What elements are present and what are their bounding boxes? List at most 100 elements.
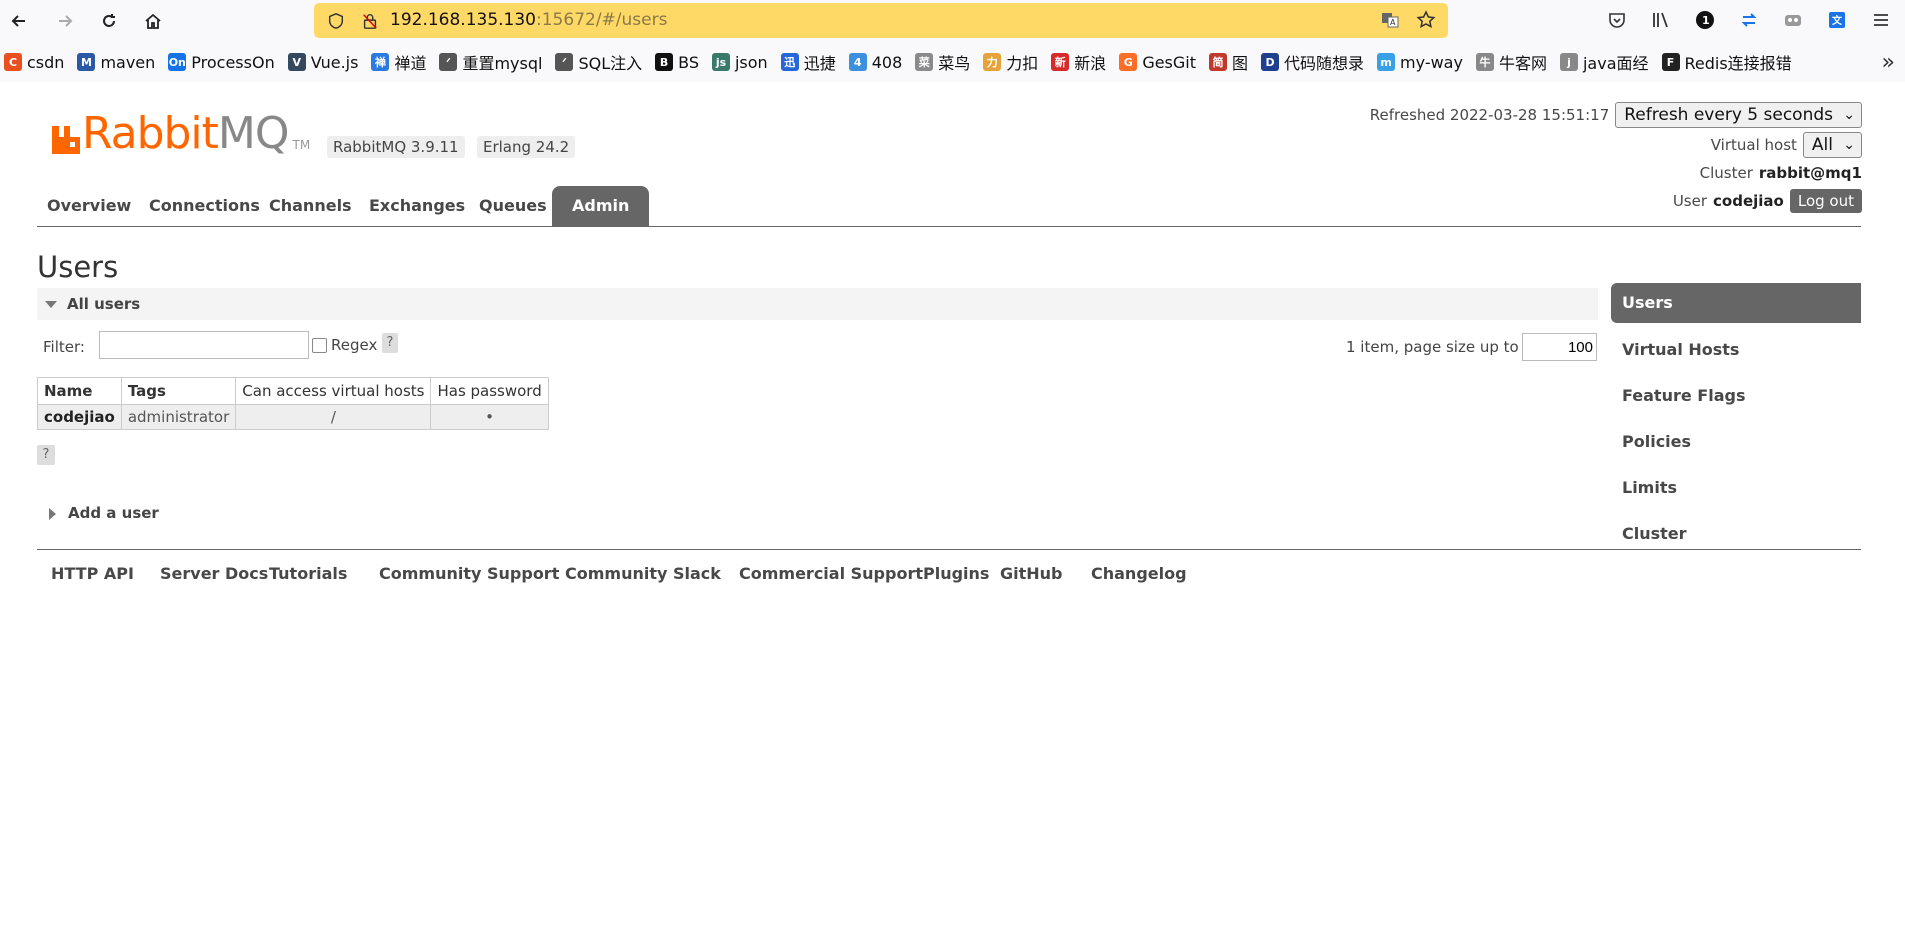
regex-label: Regex [331,336,378,354]
insecure-lock-icon[interactable] [360,11,380,31]
bookmark-label: GesGit [1142,52,1197,72]
browser-toolbar: 192.168.135.130:15672/#/users A 1 文 [0,0,1905,42]
footer-link[interactable]: HTTP API [51,564,134,583]
bookmark-item[interactable]: V Vue.js [287,52,359,72]
refreshed-timestamp: Refreshed 2022-03-28 15:51:17 [1369,106,1610,124]
users-table: Name Tags Can access virtual hosts Has pass… [37,377,549,430]
url-text[interactable]: 192.168.135.130:15672/#/users [390,10,667,30]
sidebar-item-feature-flags[interactable]: Feature Flags [1611,377,1861,415]
bookmark-label: 408 [871,52,903,72]
footer-link[interactable]: Changelog [1091,564,1187,583]
bookmark-label: 禅道 [394,54,427,73]
bookmark-favicon-icon: j [1559,53,1578,71]
shield-icon[interactable] [326,11,346,31]
bookmark-favicon-icon: M [77,53,96,71]
bookmark-item[interactable]: 新新浪 [1051,50,1106,74]
bookmark-item[interactable]: On ProcessOn [168,53,275,72]
rabbitmq-version-badge: RabbitMQ 3.9.11 [327,136,465,158]
footer-link[interactable]: Plugins [923,564,989,583]
user-name-cell[interactable]: codejiao [37,404,122,430]
expand-triangle-icon [49,508,56,520]
table-header[interactable]: Has password [430,377,549,405]
bookmark-favicon-icon: 4 [848,53,867,71]
tab-queues[interactable]: Queues [459,186,567,226]
bookmark-label: 新浪 [1074,54,1107,73]
tab-admin[interactable]: Admin [552,186,650,226]
pocket-icon[interactable] [1605,8,1629,32]
bookmark-item[interactable]: ᐟ SQL注入 [555,50,642,74]
sidebar-item-cluster[interactable]: Cluster [1611,515,1861,553]
bookmark-favicon-icon: On [168,53,187,71]
rabbitmq-management-page: RabbitMQ TM RabbitMQ 3.9.11 Erlang 24.2 … [0,82,1905,952]
sidebar-item-virtual-hosts[interactable]: Virtual Hosts [1611,331,1861,369]
footer-link[interactable]: Tutorials [269,564,347,583]
erlang-version-badge: Erlang 24.2 [477,136,576,158]
reload-icon[interactable] [94,6,124,36]
bookmark-favicon-icon: B [655,53,674,71]
bookmark-label: Vue.js [310,52,359,72]
sidebar-item-limits[interactable]: Limits [1611,469,1861,507]
bookmark-item[interactable]: 迅迅捷 [780,50,836,74]
bookmark-item[interactable]: D 代码随想录 [1261,50,1364,74]
footer-link[interactable]: Community Support [379,564,559,583]
bookmark-star-icon[interactable] [1416,10,1436,30]
footer-link[interactable]: Commercial Support [739,564,923,583]
table-header[interactable]: Tags [120,377,237,405]
forward-arrow-icon[interactable] [50,6,80,36]
rabbitmq-logo-icon [52,126,80,154]
bookmark-item[interactable]: 禅禅道 [371,50,426,74]
home-icon[interactable] [138,6,168,36]
refresh-interval-select[interactable]: Refresh every 5 seconds ⌄ [1615,102,1862,128]
table-row[interactable]: codejiao administrator / • [37,404,549,430]
footer-link[interactable]: GitHub [1000,564,1063,583]
hamburger-menu-icon[interactable] [1869,8,1893,32]
library-icon[interactable] [1649,8,1673,32]
sidebar-item-users[interactable]: Users [1611,283,1861,323]
bookmark-favicon-icon: m [1377,53,1396,71]
rabbitmq-logo[interactable]: RabbitMQ TM [50,112,310,156]
bookmark-item[interactable]: 简图 [1209,50,1248,74]
user-tags-cell: administrator [120,404,237,430]
svg-text:文: 文 [1832,14,1843,27]
bookmark-item[interactable]: 牛牛客网 [1475,50,1547,74]
add-user-label: Add a user [68,504,159,522]
table-header[interactable]: Can access virtual hosts [235,377,432,405]
bookmark-item[interactable]: G GesGit [1119,53,1196,72]
bookmark-favicon-icon: 力 [983,53,1002,71]
regex-checkbox[interactable] [312,338,327,353]
footer-link[interactable]: Community Slack [565,564,721,583]
back-arrow-icon[interactable] [4,6,34,36]
table-help-button[interactable]: ? [37,445,55,465]
bookmark-item[interactable]: F Redis连接报错 [1661,50,1792,74]
bookmark-item[interactable]: B BS [655,53,699,72]
bookmark-item[interactable]: m my-way [1377,53,1463,72]
table-header[interactable]: Name [37,377,122,405]
collapse-triangle-icon [45,301,57,308]
bookmark-item[interactable]: js json [711,53,768,72]
regex-help-button[interactable]: ? [382,333,398,353]
translator-extension-icon[interactable]: 文 [1825,8,1849,32]
page-size-input[interactable] [1522,333,1597,361]
bookmark-item[interactable]: 菜菜鸟 [915,50,970,74]
bookmark-item[interactable]: 力力扣 [983,50,1038,74]
filter-input[interactable] [99,331,309,359]
all-users-section-header[interactable]: All users [37,288,1598,320]
bookmark-favicon-icon: F [1661,53,1680,71]
translate-icon[interactable]: A [1380,10,1400,30]
virtual-host-select[interactable]: All ⌄ [1802,132,1862,158]
bookmark-item[interactable]: 4 408 [848,52,903,72]
bookmark-item[interactable]: j java面经 [1559,50,1649,74]
bookmark-label: Redis连接报错 [1684,54,1792,73]
extension-badge-icon[interactable]: 1 [1693,8,1717,32]
sidebar-item-policies[interactable]: Policies [1611,423,1861,461]
bookmark-item[interactable]: Ccsdn [4,53,64,72]
bookmark-label: csdn [27,52,65,72]
bookmark-label: java面经 [1582,54,1649,73]
address-bar[interactable]: 192.168.135.130:15672/#/users A [314,3,1448,38]
footer-link[interactable]: Server Docs [160,564,268,583]
container-extension-icon[interactable] [1781,8,1805,32]
bookmark-item[interactable]: ᐟ 重置mysql [439,50,542,74]
bookmark-item[interactable]: Mmaven [77,53,155,72]
sync-extension-icon[interactable] [1737,8,1761,32]
chevron-double-right-icon[interactable]: » [1882,50,1895,75]
